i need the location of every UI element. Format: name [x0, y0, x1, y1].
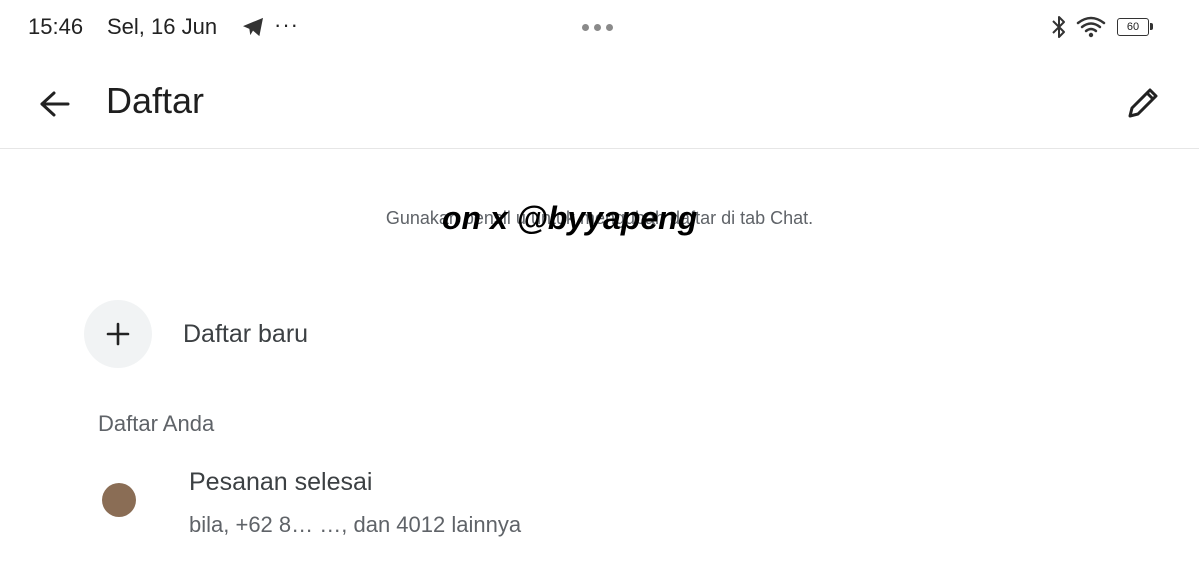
battery-icon: 60	[1117, 18, 1153, 36]
notification-more-icon: ···	[274, 12, 299, 37]
list-item[interactable]: Pesanan selesai bila, +62 8… …, dan 4012…	[98, 462, 798, 552]
bluetooth-icon	[1052, 16, 1065, 38]
new-list-label: Daftar baru	[183, 320, 309, 348]
multi-window-dots-icon[interactable]	[582, 18, 622, 31]
app-bar: Daftar	[0, 56, 1199, 149]
plus-circle	[84, 300, 152, 368]
telegram-icon	[243, 17, 263, 37]
plus-icon	[106, 322, 130, 346]
section-label: Daftar Anda	[98, 411, 215, 436]
page-title: Daftar	[106, 80, 205, 121]
status-date: Sel, 16 Jun	[107, 14, 218, 39]
watermark: on x @byyapeng	[442, 200, 698, 236]
status-time: 15:46	[28, 14, 84, 39]
battery-level: 60	[1117, 18, 1149, 36]
list-color-dot	[102, 483, 136, 517]
pencil-icon[interactable]	[1118, 78, 1168, 128]
list-item-title: Pesanan selesai	[189, 468, 373, 496]
wifi-icon	[1076, 16, 1106, 38]
status-bar: 15:46 Sel, 16 Jun ··· 60	[0, 0, 1199, 56]
back-arrow-icon[interactable]	[32, 81, 78, 127]
list-item-subtitle: bila, +62 8… …, dan 4012 lainnya	[189, 512, 522, 537]
new-list-button[interactable]: Daftar baru	[84, 300, 584, 368]
